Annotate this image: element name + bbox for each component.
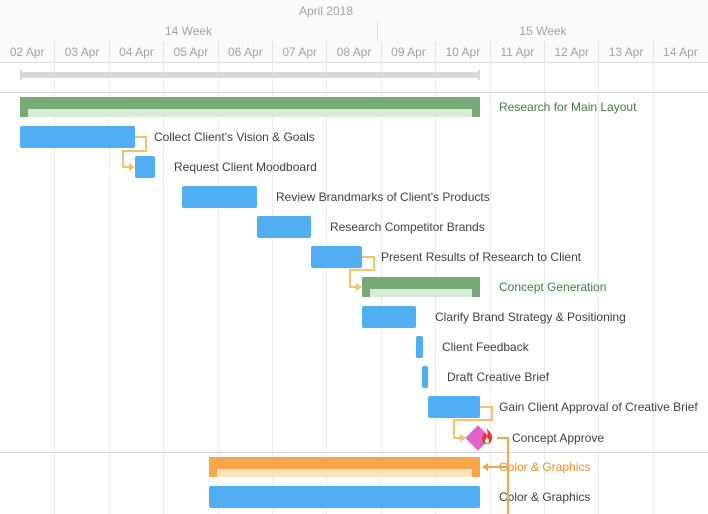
day-header-cell: 13 Apr [598, 41, 652, 62]
day-header-cell: 05 Apr [163, 41, 217, 62]
dependency-line [122, 150, 147, 152]
day-header-cell: 10 Apr [435, 41, 489, 62]
project-bar-start-cap [20, 70, 22, 80]
dependency-arrow [460, 434, 466, 442]
week-label: 14 Week [0, 21, 378, 41]
task-label: Color & Graphics [499, 490, 591, 504]
dependency-line [122, 150, 124, 167]
task-bar[interactable] [257, 216, 311, 238]
dependency-arrow [482, 463, 488, 471]
project-bar-end-cap [478, 70, 480, 80]
day-header-cell: 02 Apr [9, 44, 45, 59]
day-header-cell: 14 Apr [652, 41, 707, 62]
timeline-week-row: 14 Week 15 Week [0, 21, 708, 42]
task-label: Concept Approve [512, 431, 605, 445]
task-bar[interactable] [182, 186, 257, 208]
task-label: Clarify Brand Strategy & Positioning [435, 310, 626, 324]
dependency-arrow [356, 283, 362, 291]
critical-path-line [507, 437, 509, 514]
day-header-cell: 06 Apr [217, 41, 272, 62]
dependency-line [349, 269, 351, 287]
task-label: Research Competitor Brands [330, 220, 485, 234]
critical-summary-bar[interactable] [209, 457, 480, 477]
task-label: Gain Client Approval of Creative Brief [499, 400, 698, 414]
day-gridline [489, 62, 491, 514]
flame-icon [482, 428, 493, 444]
task-label: Client Feedback [442, 340, 529, 354]
day-header-cell: 11 Apr [489, 41, 544, 62]
day-header-cell: 08 Apr [326, 41, 380, 62]
task-label: Request Client Moodboard [174, 160, 317, 174]
day-header-cell: 09 Apr [380, 41, 435, 62]
task-bar[interactable] [428, 396, 480, 418]
task-bar[interactable] [422, 366, 428, 388]
day-header-cell: 12 Apr [544, 41, 598, 62]
dependency-line [453, 419, 493, 421]
task-label: Concept Generation [499, 280, 607, 294]
month-label: April 2018 [298, 3, 354, 18]
dependency-line [349, 269, 375, 271]
task-label: Review Brandmarks of Client's Products [276, 190, 490, 204]
task-label: Collect Client's Vision & Goals [154, 130, 315, 144]
summary-bar[interactable] [362, 277, 480, 297]
dependency-line [453, 419, 455, 438]
task-bar[interactable] [20, 126, 135, 148]
task-bar[interactable] [311, 246, 362, 268]
task-bar[interactable] [135, 156, 155, 178]
gantt-chart: April 2018 14 Week 15 Week 02 Apr 03 Apr 0… [0, 0, 708, 514]
task-label: Present Results of Research to Client [381, 250, 582, 264]
summary-bar[interactable] [20, 97, 480, 117]
day-header-cell: 04 Apr [108, 41, 163, 62]
task-bar[interactable] [209, 486, 480, 508]
row-separator [0, 452, 708, 453]
task-label: Research for Main Layout [499, 100, 637, 114]
day-gridline [652, 62, 654, 514]
day-gridline [326, 62, 328, 514]
task-bar[interactable] [362, 306, 416, 328]
project-progress-bar[interactable] [20, 70, 480, 80]
day-header-cell: 03 Apr [54, 41, 108, 62]
row-separator [0, 92, 708, 93]
timeline-month-row: April 2018 [0, 0, 708, 22]
day-header-cell: 07 Apr [272, 41, 326, 62]
dependency-arrow [129, 163, 135, 171]
timeline-day-row: 02 Apr 03 Apr 04 Apr 05 Apr 06 Apr 07 Apr 08 A… [0, 41, 708, 63]
dependency-line [488, 466, 508, 468]
task-label: Draft Creative Brief [447, 370, 550, 384]
task-label: Color & Graphics [499, 460, 591, 474]
week-label: 15 Week [519, 24, 567, 38]
task-bar[interactable] [416, 336, 423, 358]
